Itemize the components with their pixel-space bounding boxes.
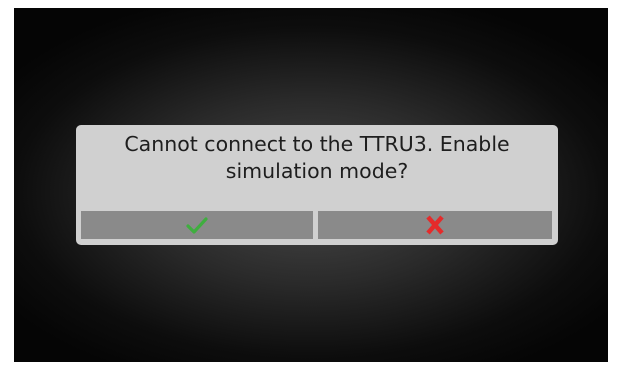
checkmark-icon [186, 217, 208, 234]
screen: Cannot connect to the TTRU3. Enable simu… [14, 8, 608, 362]
x-icon [426, 215, 444, 235]
dialog-message: Cannot connect to the TTRU3. Enable simu… [124, 132, 510, 183]
cancel-button[interactable] [318, 211, 552, 239]
confirm-button[interactable] [81, 211, 313, 239]
simulation-mode-dialog: Cannot connect to the TTRU3. Enable simu… [76, 125, 558, 245]
